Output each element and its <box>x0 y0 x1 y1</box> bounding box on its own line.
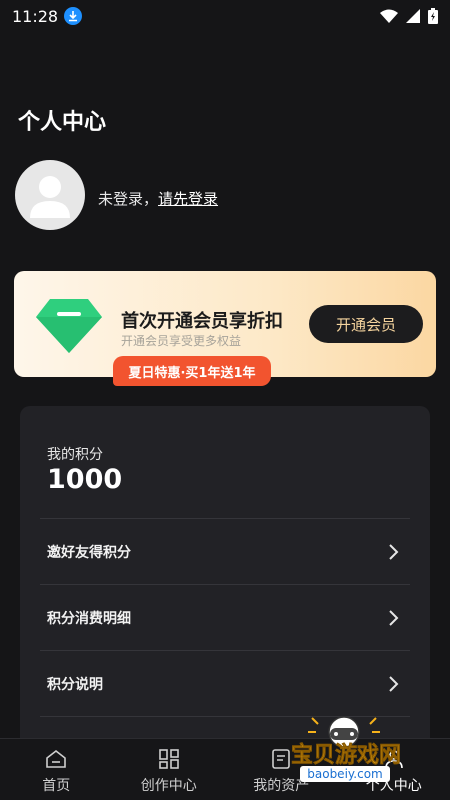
chevron-right-icon <box>389 676 399 692</box>
points-value: 1000 <box>47 464 123 495</box>
tab-label: 创作中心 <box>140 778 197 794</box>
menu-item-label: 积分消费明细 <box>47 610 131 627</box>
tab-label: 首页 <box>42 778 71 794</box>
assets-icon <box>272 749 291 769</box>
menu-item-label: 邀好友得积分 <box>47 544 131 561</box>
login-status: 未登录， <box>98 190 159 208</box>
points-card: 我的积分 1000 邀好友得积分 积分消费明细 积分说明 <box>20 406 430 766</box>
menu-item-label: 积分说明 <box>47 676 103 693</box>
status-bar: 11:28 <box>0 0 450 32</box>
points-label: 我的积分 <box>47 447 103 463</box>
signal-icon <box>406 9 420 23</box>
tab-home[interactable]: 首页 <box>0 739 113 800</box>
tab-profile[interactable]: 个人中心 <box>338 739 450 800</box>
tab-my-assets[interactable]: 我的资产 <box>225 739 338 800</box>
vip-title: 首次开通会员享折扣 <box>121 311 283 332</box>
menu-invite-friends[interactable]: 邀好友得积分 <box>40 518 410 584</box>
login-prompt: 未登录，请先登录 <box>98 188 218 209</box>
download-icon <box>64 7 83 25</box>
promo-badge: 夏日特惠·买1年送1年 <box>113 356 271 386</box>
battery-icon <box>428 8 438 24</box>
wifi-icon <box>380 9 398 23</box>
login-link[interactable]: 请先登录 <box>158 190 218 208</box>
tab-label: 个人中心 <box>365 778 422 794</box>
user-icon <box>30 176 70 218</box>
menu-points-rules[interactable]: 积分说明 <box>40 650 410 716</box>
status-time: 11:28 <box>12 6 59 26</box>
avatar[interactable] <box>15 160 85 230</box>
menu-points-details[interactable]: 积分消费明细 <box>40 584 410 650</box>
bottom-tab-bar: 首页 创作中心 我的资产 个人中心 <box>0 738 450 800</box>
open-vip-button[interactable]: 开通会员 <box>309 305 423 343</box>
page-title: 个人中心 <box>18 110 107 135</box>
home-icon <box>46 749 67 768</box>
profile-icon <box>384 750 403 769</box>
vip-subtitle: 开通会员享受更多权益 <box>121 334 242 348</box>
tab-creation-center[interactable]: 创作中心 <box>113 739 226 800</box>
tab-label: 我的资产 <box>253 778 310 794</box>
status-icons <box>380 8 438 24</box>
grid-icon <box>158 749 179 769</box>
diamond-icon <box>36 299 102 353</box>
chevron-right-icon <box>389 610 399 626</box>
chevron-right-icon <box>389 544 399 560</box>
